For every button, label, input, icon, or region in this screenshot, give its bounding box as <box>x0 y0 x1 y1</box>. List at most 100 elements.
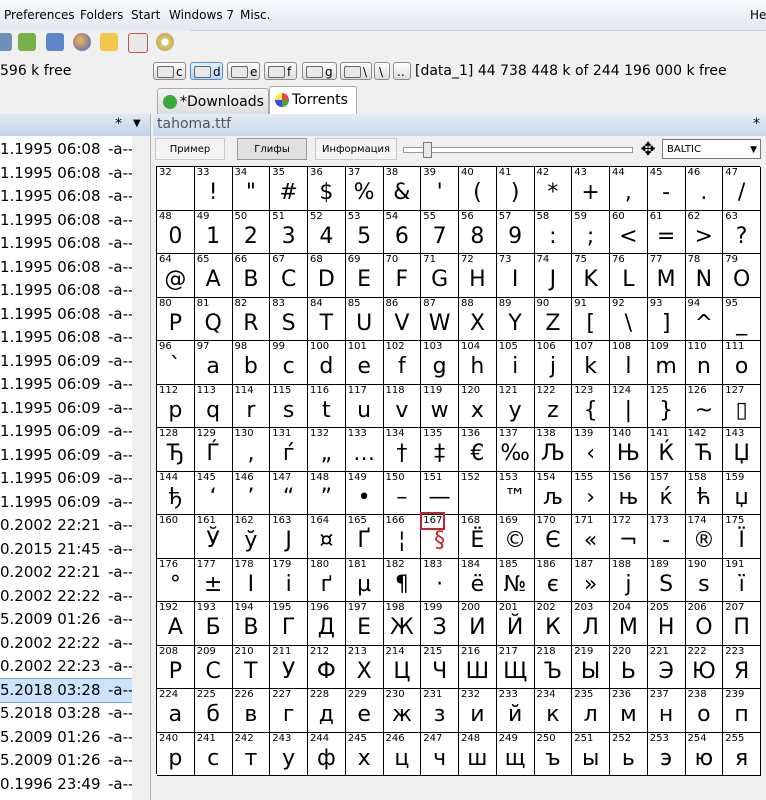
menu-folders[interactable]: Folders <box>80 8 123 22</box>
glyph-cell[interactable]: 116 t <box>308 384 346 428</box>
glyph-cell[interactable]: 145 ‘ <box>194 471 233 515</box>
glyph-cell[interactable]: 70 F <box>383 254 422 298</box>
glyph-cell[interactable]: 162 ў <box>232 515 271 559</box>
menu-preferences[interactable]: Preferences <box>4 8 75 22</box>
glyph-cell[interactable]: 89 Y <box>496 297 535 341</box>
glyph-cell[interactable]: 154 љ <box>534 471 573 515</box>
file-row[interactable]: 0.2002 22:23 -a-- <box>0 655 133 679</box>
network-button[interactable]: \ <box>340 62 372 80</box>
glyph-cell[interactable]: 122 z <box>534 384 573 428</box>
glyph-cell[interactable]: 85 U <box>345 297 384 341</box>
file-row[interactable]: 5.2018 03:28 -a-- <box>0 677 133 704</box>
glyph-cell[interactable]: 217 Щ <box>496 645 535 689</box>
glyph-cell[interactable]: 84 T <box>308 297 346 341</box>
glyph-cell[interactable]: 156 њ <box>610 471 648 515</box>
file-row[interactable]: 1.1995 06:08 -a-- <box>0 326 133 350</box>
glyph-cell[interactable]: 204 М <box>610 602 648 646</box>
glyph-cell[interactable]: 239 п <box>723 689 761 733</box>
chart-icon[interactable] <box>18 33 36 51</box>
glyph-cell[interactable]: 129 Ѓ <box>194 428 233 472</box>
glyph-cell[interactable]: 74 J <box>534 254 573 298</box>
glyph-cell[interactable]: 243 у <box>270 732 308 776</box>
glyph-cell[interactable]: 76 L <box>610 254 648 298</box>
glyph-cell[interactable]: 71 G <box>421 254 459 298</box>
glyph-cell[interactable]: 53 5 <box>345 210 384 254</box>
glyph-cell[interactable]: 216 Ш <box>459 645 497 689</box>
glyph-cell[interactable]: 190 ѕ <box>685 558 724 602</box>
glyph-cell[interactable]: 237 н <box>647 689 686 733</box>
glyph-cell[interactable]: 92 \ <box>610 297 648 341</box>
glyph-cell[interactable]: 220 Ь <box>610 645 648 689</box>
glyph-cell[interactable]: 124 | <box>610 384 648 428</box>
glyph-cell[interactable]: 118 v <box>383 384 422 428</box>
file-row[interactable]: 1.1995 06:08 -a-- <box>0 185 133 209</box>
left-panel-scrollbar[interactable] <box>132 136 150 800</box>
glyph-cell[interactable]: 244 ф <box>308 732 346 776</box>
glyph-cell[interactable]: 189 Ѕ <box>647 558 686 602</box>
tab-downloads[interactable]: *Downloads <box>157 88 269 114</box>
glyph-cell[interactable]: 230 ж <box>383 689 422 733</box>
menu-misc[interactable]: Misc. <box>240 8 270 22</box>
glyph-cell[interactable]: 235 л <box>572 689 610 733</box>
glyph-cell[interactable]: 227 г <box>270 689 308 733</box>
glyph-cell[interactable]: 51 3 <box>270 210 308 254</box>
glyph-cell[interactable]: 103 g <box>421 341 459 385</box>
size-slider[interactable] <box>403 142 633 158</box>
glyph-cell[interactable]: 164 ¤ <box>308 515 346 559</box>
glyph-cell[interactable]: 98 b <box>232 341 271 385</box>
glyph-cell[interactable]: 232 и <box>459 689 497 733</box>
file-row[interactable]: 0.2002 22:21 -a-- <box>0 514 133 538</box>
glyph-cell[interactable]: 201 Й <box>496 602 535 646</box>
drive-button-g[interactable]: g <box>302 62 337 80</box>
glyph-cell[interactable]: 32 <box>157 167 195 211</box>
glyph-cell[interactable]: 236 м <box>610 689 648 733</box>
glyph-cell[interactable]: 62 > <box>685 210 724 254</box>
glyph-cell[interactable]: 193 Б <box>194 602 233 646</box>
drive-button-e[interactable]: e <box>227 62 260 80</box>
glyph-cell[interactable]: 58: <box>534 210 573 254</box>
glyph-cell[interactable]: 140 Њ <box>610 428 648 472</box>
file-row[interactable]: 5.2009 01:26 -a-- <box>0 608 133 632</box>
glyph-cell[interactable]: 215 Ч <box>421 645 459 689</box>
glyph-cell[interactable]: 40( <box>459 167 497 211</box>
glyph-cell[interactable]: 135 ‡ <box>421 428 459 472</box>
glyph-cell[interactable]: 139 ‹ <box>572 428 610 472</box>
glyph-cell[interactable]: 209 С <box>194 645 233 689</box>
glyph-cell[interactable]: 255 я <box>723 732 761 776</box>
glyph-cell[interactable]: 223 Я <box>723 645 761 689</box>
glyph-cell[interactable]: 177 ± <box>194 558 233 602</box>
glyph-cell[interactable]: 59; <box>572 210 610 254</box>
glyph-cell[interactable]: 165 Ґ <box>345 515 384 559</box>
glyph-cell[interactable]: 68 D <box>308 254 346 298</box>
glyph-cell[interactable]: 199 З <box>421 602 459 646</box>
drive-button-c[interactable]: c <box>153 62 186 80</box>
glyph-cell[interactable]: 170 Є <box>534 515 573 559</box>
glyph-cell[interactable]: 107 k <box>572 341 610 385</box>
glyph-cell[interactable]: 222 Ю <box>685 645 724 689</box>
glyph-cell[interactable]: 148” <box>308 471 346 515</box>
glyph-cell[interactable]: 119 w <box>421 384 459 428</box>
menu-start[interactable]: Start <box>131 8 160 22</box>
glyph-cell[interactable]: 194 В <box>232 602 271 646</box>
glyph-cell[interactable]: 169 © <box>496 515 535 559</box>
glyph-cell[interactable]: 102 f <box>383 341 422 385</box>
glyph-cell[interactable]: 125} <box>647 384 686 428</box>
glyph-cell[interactable]: 171 « <box>572 515 610 559</box>
glyph-cell[interactable]: 34 " <box>232 167 271 211</box>
glyph-cell[interactable]: 47/ <box>723 167 761 211</box>
glyph-cell[interactable]: 182 ¶ <box>383 558 422 602</box>
glyph-cell[interactable]: 79 O <box>723 254 761 298</box>
glyph-cell[interactable]: 185 № <box>496 558 535 602</box>
move-icon[interactable]: ✥ <box>637 139 659 161</box>
parent-button[interactable]: .. <box>393 62 411 80</box>
glyph-cell[interactable]: 247 ч <box>421 732 459 776</box>
glyph-cell[interactable]: 157 ќ <box>647 471 686 515</box>
glyph-cell[interactable]: 130 ‚ <box>232 428 271 472</box>
glyph-cell[interactable]: 224 а <box>157 689 195 733</box>
glyph-cell[interactable]: 94 ^ <box>685 297 724 341</box>
glyph-cell[interactable]: 184 ё <box>459 558 497 602</box>
glyph-cell[interactable]: 72 H <box>459 254 497 298</box>
glyph-cell[interactable]: 56 8 <box>459 210 497 254</box>
drive-button-f[interactable]: f <box>264 62 297 80</box>
file-row[interactable]: 1.1995 06:08 -a-- <box>0 138 133 162</box>
